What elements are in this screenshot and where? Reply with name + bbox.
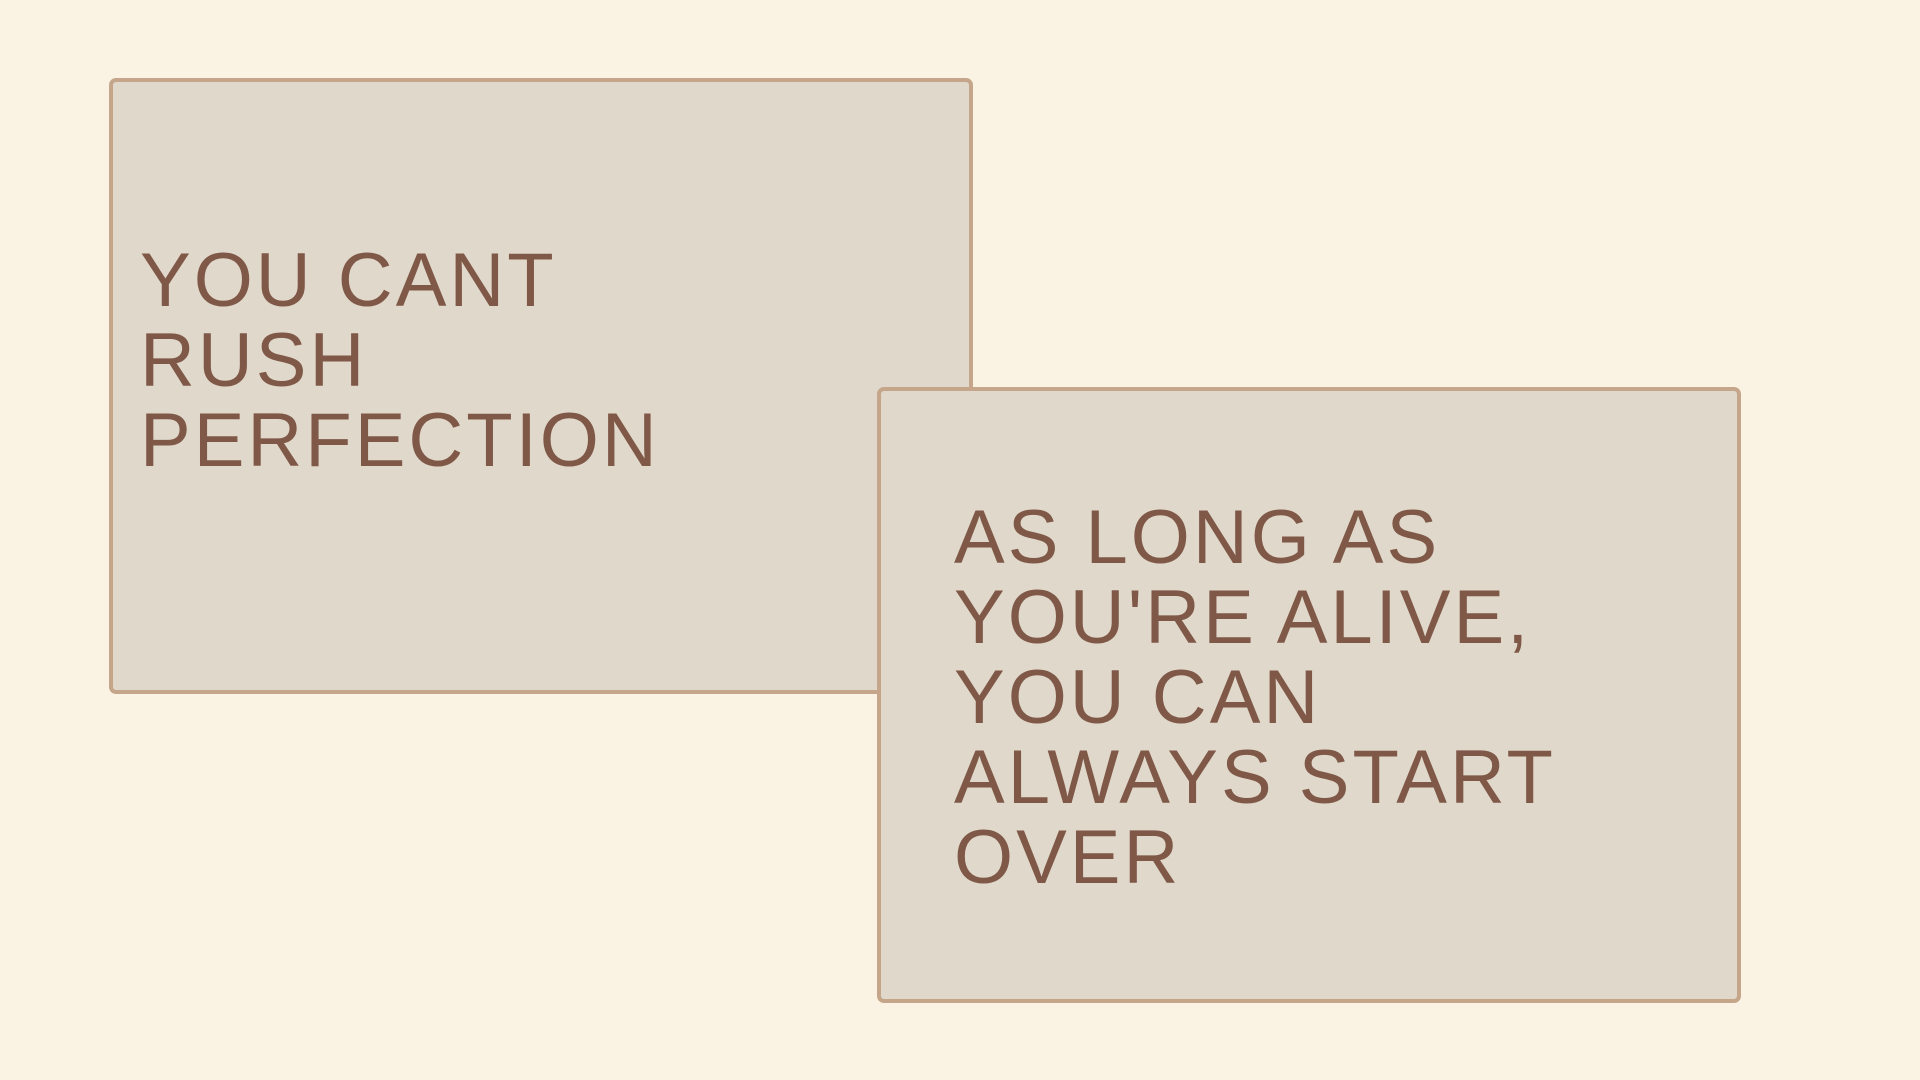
quote-text-left: YOU CANT RUSH PERFECTION: [140, 238, 660, 483]
quote-card-left: YOU CANT RUSH PERFECTION: [109, 78, 973, 694]
quote-text-right: AS LONG AS YOU'RE ALIVE, YOU CAN ALWAYS …: [954, 495, 1556, 900]
quote-card-right: AS LONG AS YOU'RE ALIVE, YOU CAN ALWAYS …: [877, 387, 1741, 1003]
